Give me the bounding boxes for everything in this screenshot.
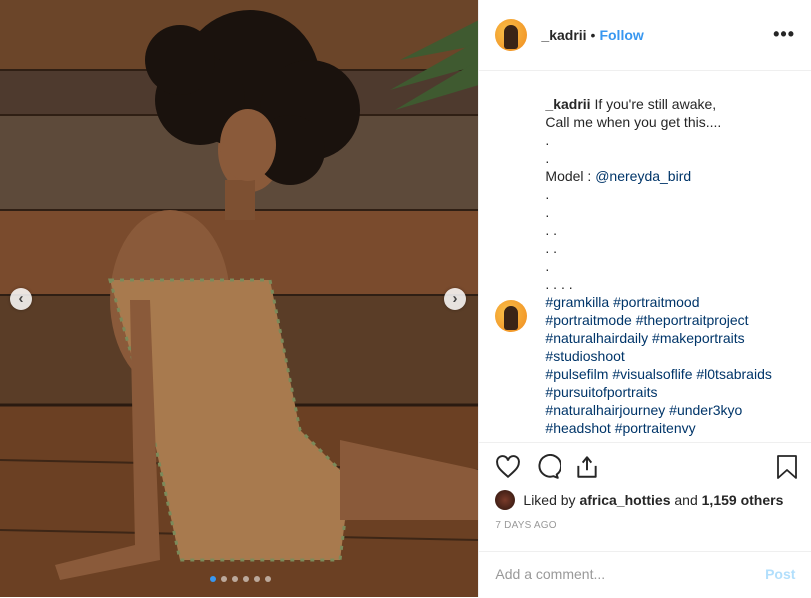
heart-icon[interactable] [495,454,521,485]
caption-text: . [545,150,550,166]
carousel-indicator [210,576,271,582]
carousel-dot [243,576,249,582]
carousel-dot [221,576,227,582]
hashtag-link[interactable]: #portraitmode [545,312,631,328]
hashtag-line: #naturalhairjourney #under3kyo [545,401,742,419]
post-container: ‹ › _kadrii • Follow ••• _kadrii If you'… [0,0,811,597]
caption-text: . . [545,240,558,256]
hashtag-link[interactable]: #gramkilla [545,294,609,310]
caption-text: . [545,186,550,202]
caption-line: Model : @nereyda_bird [545,167,691,185]
add-comment-bar: Add a comment... Post [479,551,811,598]
previous-photo-button[interactable]: ‹ [10,288,32,310]
carousel-dot [254,576,260,582]
caption-text: . . [545,222,558,238]
post-sidebar: _kadrii • Follow ••• _kadrii If you're s… [478,0,811,597]
hashtag-link[interactable]: #under3kyo [669,402,742,418]
caption-text: Call me when you get this.... [545,114,722,130]
hashtag-line: #pursuitofportraits [545,383,657,401]
caption-username[interactable]: _kadrii [545,96,590,112]
caption-text: . [545,204,550,220]
author-username[interactable]: _kadrii [541,27,586,43]
hashtag-line: #studioshoot [545,347,624,365]
hashtag-link[interactable]: #l0tsabraids [692,366,772,382]
likes-count[interactable]: 1,159 others [702,492,784,508]
hashtag-line: #pulsefilm #visualsoflife #l0tsabraids [545,365,771,383]
hashtag-link[interactable]: #pulsefilm [545,366,608,382]
photo-illustration [0,0,479,597]
hashtag-line: #naturalhairdaily #makeportraits [545,329,744,347]
hashtag-link[interactable]: #portraitenvy [615,420,696,436]
caption-text: . [545,258,550,274]
hashtag-line: #gramkilla #portraitmood [545,293,699,311]
comment-icon[interactable] [535,454,563,485]
next-photo-button[interactable]: › [444,288,466,310]
hashtag-link[interactable]: #headshot [545,420,610,436]
hashtag-link[interactable]: #naturalhairjourney [545,402,665,418]
post-timestamp[interactable]: 7 DAYS AGO [495,520,556,531]
comment-author-avatar[interactable] [495,300,528,332]
liker-avatar[interactable] [495,490,516,510]
follow-button[interactable]: Follow [599,27,643,43]
hashtag-link[interactable]: #naturalhairdaily [545,330,648,346]
share-icon[interactable] [574,454,600,485]
author-avatar[interactable] [495,19,528,51]
post-comment-button[interactable]: Post [765,566,795,582]
bookmark-icon[interactable] [775,454,799,485]
comment-input[interactable]: Add a comment... [495,566,605,582]
caption-text: If you're still awake, [594,96,717,112]
hashtag-link[interactable]: #pursuitofportraits [545,384,657,400]
liker-username[interactable]: africa_hotties [579,492,670,508]
hashtag-link[interactable]: #studioshoot [545,348,624,364]
hashtag-link[interactable]: #visualsoflife [612,366,692,382]
hashtag-link[interactable]: #theportraitproject [636,312,749,328]
mention-link[interactable]: @nereyda_bird [595,168,691,184]
post-header: _kadrii • Follow ••• [479,0,811,71]
hashtag-line: #portraitmode #theportraitproject [545,311,748,329]
carousel-dot [232,576,238,582]
caption-area: _kadrii If you're still awake, Call me w… [479,71,811,443]
hashtag-line: #headshot #portraitenvy [545,419,695,437]
likes-and: and [674,492,698,508]
caption-text: . [545,132,550,148]
caption-line: _kadrii If you're still awake, [545,95,716,113]
more-options-icon[interactable]: ••• [773,24,795,45]
caption-text: . . . . [545,276,573,292]
likes-summary: Liked by africa_hotties and 1,159 others [495,490,783,510]
header-separator: • [590,27,596,43]
action-bar [479,442,811,493]
hashtag-link[interactable]: #makeportraits [652,330,745,346]
carousel-dot [265,576,271,582]
caption-text: Model : [545,168,596,184]
carousel-dot [210,576,216,582]
post-photo[interactable]: ‹ › [0,0,479,597]
likes-prefix: Liked by [523,492,576,508]
hashtag-link[interactable]: #portraitmood [613,294,699,310]
